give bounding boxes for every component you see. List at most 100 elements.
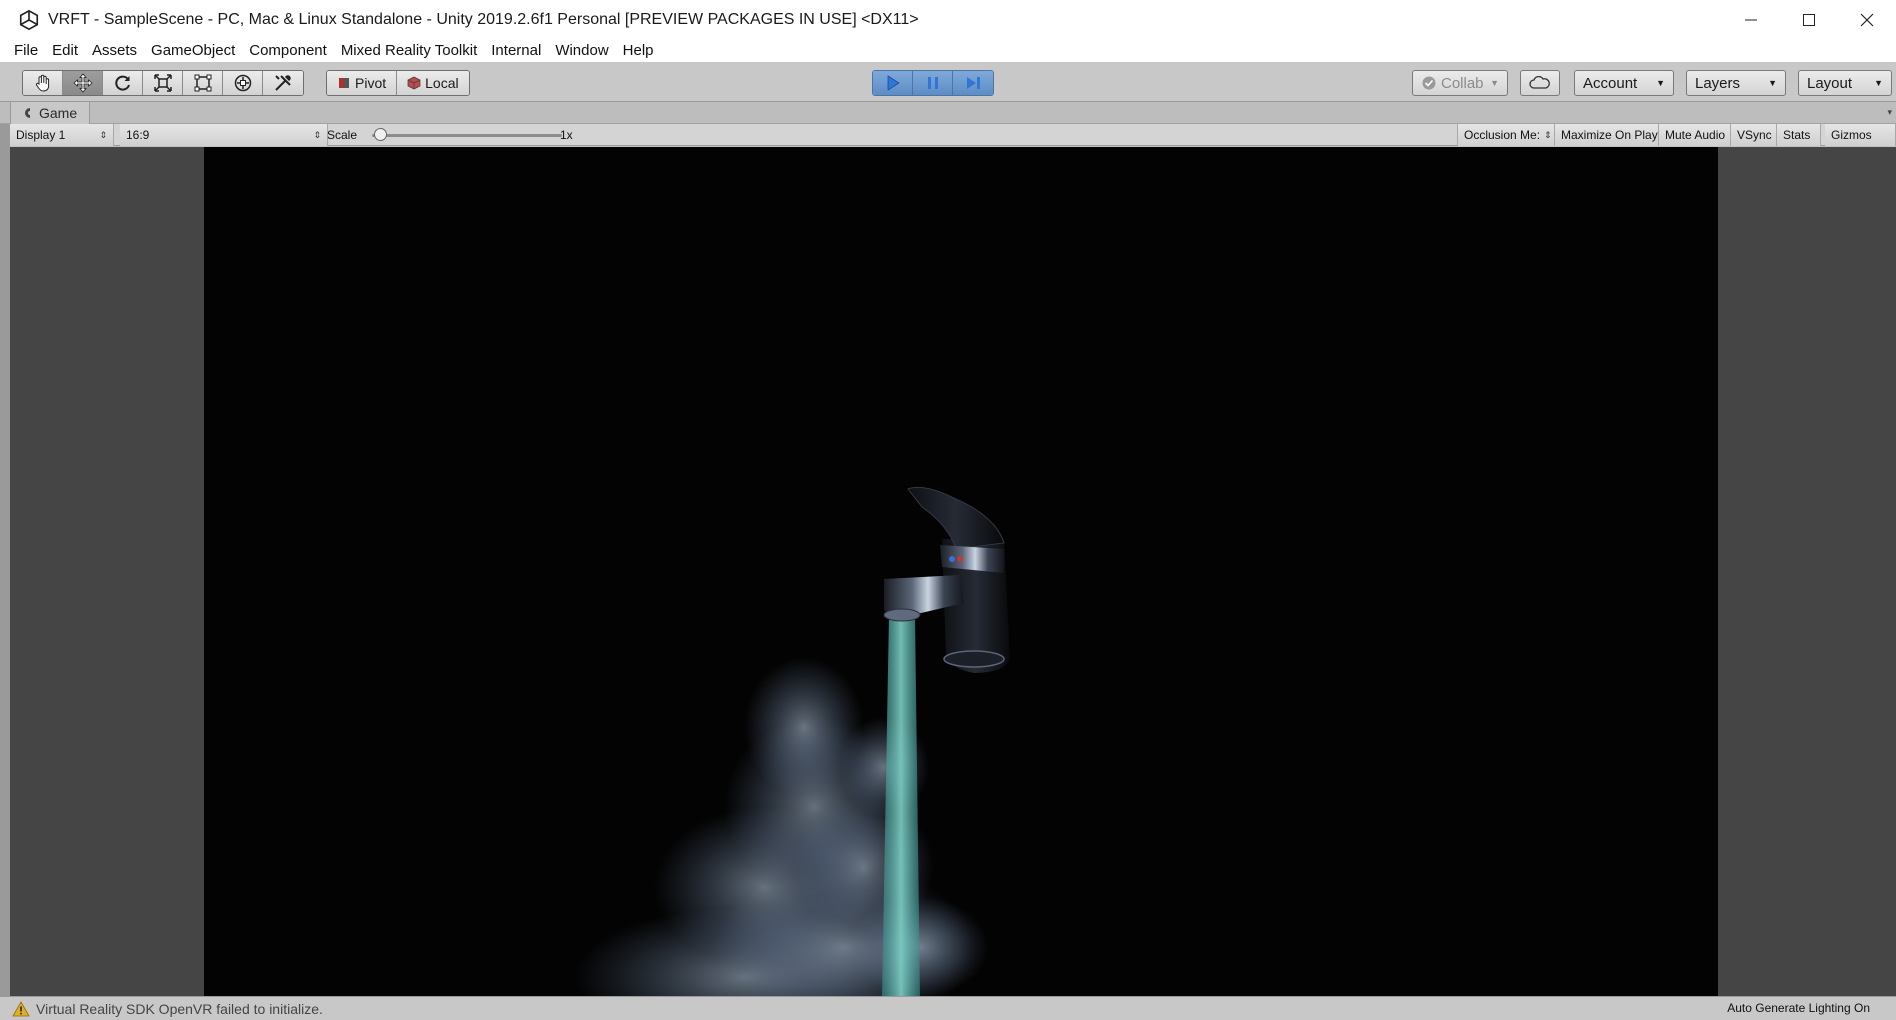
layout-label: Layout — [1807, 74, 1853, 92]
scale-tool-icon — [153, 74, 172, 92]
collab-dropdown[interactable]: Collab ▼ — [1412, 70, 1508, 96]
window-title: VRFT - SampleScene - PC, Mac & Linux Sta… — [48, 11, 919, 28]
menu-mixed-reality-toolkit[interactable]: Mixed Reality Toolkit — [334, 40, 484, 62]
account-dropdown[interactable]: Account ▼ — [1574, 70, 1674, 96]
move-tool-button[interactable] — [63, 71, 103, 95]
pivot-icon — [339, 78, 349, 88]
tab-game[interactable]: Game — [10, 102, 91, 124]
rotate-tool-icon — [114, 75, 130, 91]
collab-label: Collab — [1441, 74, 1484, 92]
pivot-label: Pivot — [355, 75, 387, 91]
hand-tool-button[interactable] — [23, 71, 63, 95]
playback-controls — [872, 70, 994, 96]
chevron-down-icon: ▼ — [1768, 78, 1777, 88]
step-button[interactable] — [953, 71, 993, 95]
scale-slider-thumb[interactable] — [374, 128, 387, 141]
menu-bar: File Edit Assets GameObject Component Mi… — [0, 40, 1896, 62]
cloud-button[interactable] — [1520, 70, 1560, 96]
status-message-text: Virtual Reality SDK OpenVR failed to ini… — [36, 1000, 323, 1017]
layers-dropdown[interactable]: Layers ▼ — [1686, 70, 1786, 96]
scale-tool-button[interactable] — [143, 71, 183, 95]
chevron-down-icon: ▼ — [1874, 78, 1883, 88]
menu-internal[interactable]: Internal — [484, 40, 548, 62]
rect-tool-icon — [194, 74, 211, 92]
hand-tool-icon — [35, 74, 49, 92]
custom-tool-button[interactable] — [263, 71, 303, 95]
checkmark-icon — [1422, 76, 1436, 90]
display-selector[interactable]: Display 1 ⇕ — [10, 124, 114, 146]
step-icon — [967, 77, 980, 89]
menu-help[interactable]: Help — [616, 40, 661, 62]
minimize-button[interactable] — [1722, 0, 1780, 40]
aspect-label: 16:9 — [126, 128, 150, 142]
close-button[interactable] — [1838, 0, 1896, 40]
tab-game-label: Game — [39, 105, 78, 121]
cloud-icon — [1529, 76, 1550, 89]
title-bar: VRFT - SampleScene - PC, Mac & Linux Sta… — [0, 0, 1896, 40]
play-icon — [887, 75, 900, 91]
stats-toggle[interactable]: Stats — [1777, 124, 1821, 146]
chevron-down-icon: ▼ — [1656, 78, 1665, 88]
scale-slider-track[interactable] — [372, 134, 562, 137]
rotate-tool-button[interactable] — [103, 71, 143, 95]
local-button[interactable]: Local — [397, 71, 469, 95]
local-label: Local — [425, 75, 459, 91]
play-button[interactable] — [873, 71, 913, 95]
updown-arrows-icon: ⇕ — [1544, 129, 1552, 140]
maximize-icon — [1803, 14, 1815, 26]
local-cube-icon — [407, 76, 421, 90]
vsync-label: VSync — [1737, 128, 1772, 142]
pivot-local-group: Pivot Local — [326, 70, 470, 96]
scale-label: Scale — [327, 128, 358, 142]
move-tool-icon — [72, 73, 93, 93]
maximize-button[interactable] — [1780, 0, 1838, 40]
occlusion-label: Occlusion Me: — [1464, 128, 1541, 142]
transform-tool-icon — [234, 74, 251, 92]
updown-arrows-icon: ⇕ — [99, 129, 107, 140]
account-label: Account — [1583, 74, 1638, 92]
status-bar: Virtual Reality SDK OpenVR failed to ini… — [0, 996, 1896, 1020]
left-panel-edge — [0, 102, 10, 998]
mute-audio-label: Mute Audio — [1665, 128, 1726, 142]
updown-arrows-icon: ⇕ — [313, 129, 321, 140]
pause-icon — [927, 77, 938, 89]
main-toolbar: Pivot Local Collab ▼ Account ▼ Layers ▼ … — [0, 62, 1896, 102]
auto-lighting-status[interactable]: Auto Generate Lighting On — [1727, 1001, 1870, 1015]
mute-audio-toggle[interactable]: Mute Audio — [1659, 124, 1731, 146]
stats-label: Stats — [1783, 128, 1811, 142]
status-message[interactable]: Virtual Reality SDK OpenVR failed to ini… — [0, 1001, 323, 1017]
menu-window[interactable]: Window — [548, 40, 615, 62]
scale-value: 1x — [560, 128, 573, 142]
game-view-render[interactable] — [204, 147, 1718, 996]
close-icon — [1860, 13, 1874, 27]
tab-bar: Game ▾ — [0, 102, 1896, 124]
display-label: Display 1 — [16, 128, 66, 142]
vsync-toggle[interactable]: VSync — [1731, 124, 1777, 146]
transform-tool-button[interactable] — [223, 71, 263, 95]
gizmos-dropdown[interactable]: Gizmos — [1825, 124, 1896, 146]
game-controller-icon — [25, 108, 30, 118]
menu-edit[interactable]: Edit — [45, 40, 85, 62]
menu-gameobject[interactable]: GameObject — [144, 40, 242, 62]
rect-tool-button[interactable] — [183, 71, 223, 95]
layers-label: Layers — [1695, 74, 1741, 92]
menu-assets[interactable]: Assets — [85, 40, 144, 62]
menu-component[interactable]: Component — [242, 40, 334, 62]
gizmos-label: Gizmos — [1831, 128, 1872, 142]
tab-options-icon[interactable]: ▾ — [1887, 107, 1892, 118]
occlusion-dropdown[interactable]: Occlusion Me: ⇕ — [1457, 124, 1555, 146]
maximize-on-play-label: Maximize On Play — [1561, 128, 1658, 142]
pivot-button[interactable]: Pivot — [327, 71, 398, 95]
minimize-icon — [1745, 19, 1757, 21]
pause-button[interactable] — [913, 71, 953, 95]
menu-file[interactable]: File — [7, 40, 45, 62]
layout-dropdown[interactable]: Layout ▼ — [1798, 70, 1892, 96]
transform-tools — [22, 70, 304, 96]
warning-icon — [12, 1000, 30, 1016]
maximize-on-play-toggle[interactable]: Maximize On Play — [1555, 124, 1659, 146]
faucet-scene-image — [574, 486, 1010, 996]
unity-logo-icon — [19, 9, 39, 31]
custom-tool-icon — [275, 75, 291, 91]
chevron-down-icon: ▼ — [1490, 78, 1499, 88]
aspect-selector[interactable]: 16:9 ⇕ — [120, 124, 328, 146]
